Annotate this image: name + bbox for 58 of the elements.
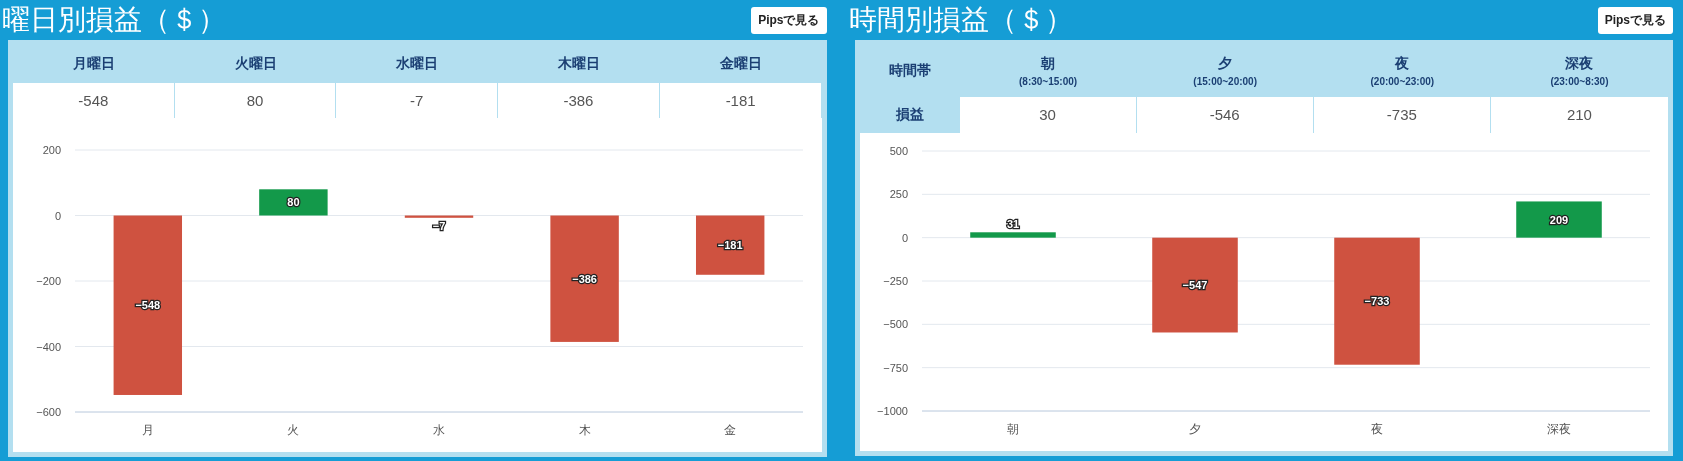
row-header: 損益 bbox=[894, 105, 925, 124]
table-cell: -548 bbox=[13, 83, 175, 118]
column-header: 夜 bbox=[1395, 55, 1410, 73]
data-label: 80 bbox=[287, 196, 300, 209]
table-cell: -386 bbox=[498, 83, 660, 118]
data-label: 31 bbox=[1006, 218, 1019, 231]
pips-button[interactable]: Pipsで見る bbox=[1597, 6, 1673, 34]
table-cell: 30 bbox=[959, 97, 1137, 133]
time-range: (8:30~15:00) bbox=[1019, 76, 1078, 87]
column-header: 水曜日 bbox=[395, 54, 440, 73]
axis-tick-label: 0 bbox=[901, 231, 908, 244]
axis-category-label: 月 bbox=[141, 423, 154, 437]
axis-tick-label: 500 bbox=[889, 145, 908, 157]
axis-tick-label: −750 bbox=[882, 361, 908, 374]
axis-tick-label: −600 bbox=[36, 406, 61, 418]
axis-category-label: 夕 bbox=[1188, 422, 1201, 436]
time-range: (15:00~20:00) bbox=[1193, 76, 1257, 87]
axis-tick-label: 250 bbox=[889, 188, 908, 201]
axis-tick-label: −1000 bbox=[876, 405, 908, 417]
data-label: 209 bbox=[1549, 213, 1568, 226]
axis-tick-label: −200 bbox=[36, 275, 61, 287]
column-header: 木曜日 bbox=[556, 54, 601, 73]
axis-tick-label: 200 bbox=[42, 144, 61, 156]
data-label: −181 bbox=[717, 239, 743, 252]
column-header: 火曜日 bbox=[233, 54, 278, 73]
time-range: (20:00~23:00) bbox=[1370, 76, 1435, 87]
column-header: 月曜日 bbox=[71, 54, 116, 73]
column-header: 深夜 bbox=[1565, 55, 1594, 73]
axis-tick-label: −500 bbox=[882, 318, 908, 331]
axis-tick-label: −400 bbox=[36, 340, 61, 353]
data-label: −547 bbox=[1182, 279, 1207, 292]
column-header: 金曜日 bbox=[718, 54, 763, 73]
data-label: −386 bbox=[572, 272, 597, 285]
axis-category-label: 水 bbox=[433, 423, 445, 437]
axis-category-label: 金 bbox=[724, 423, 737, 437]
table-cell: 80 bbox=[174, 83, 337, 118]
axis-category-label: 火 bbox=[287, 423, 300, 437]
table-cell: -7 bbox=[336, 83, 499, 118]
axis-category-label: 深夜 bbox=[1546, 422, 1571, 436]
table-cell: 210 bbox=[1490, 97, 1668, 133]
time-range: (23:00~8:30) bbox=[1550, 76, 1609, 87]
axis-category-label: 夜 bbox=[1370, 422, 1383, 436]
column-header: 朝 bbox=[1041, 55, 1056, 73]
axis-category-label: 朝 bbox=[1006, 422, 1019, 436]
table-cell: -735 bbox=[1313, 97, 1491, 133]
pips-button[interactable]: Pipsで見る bbox=[751, 6, 827, 34]
panel-title: 曜日別損益（＄） bbox=[2, 2, 226, 38]
data-label: −548 bbox=[135, 299, 161, 312]
column-header: 夕 bbox=[1218, 55, 1233, 73]
data-label: −733 bbox=[1364, 295, 1389, 308]
data-label: −7 bbox=[432, 219, 446, 232]
table-cell: -546 bbox=[1136, 97, 1314, 133]
panel-title: 時間別損益（＄） bbox=[848, 2, 1073, 38]
axis-tick-label: −250 bbox=[882, 275, 908, 287]
column-header: 時間帯 bbox=[887, 61, 932, 80]
axis-tick-label: 0 bbox=[54, 209, 61, 222]
axis-category-label: 木 bbox=[578, 423, 591, 437]
table-cell: -181 bbox=[659, 83, 822, 118]
